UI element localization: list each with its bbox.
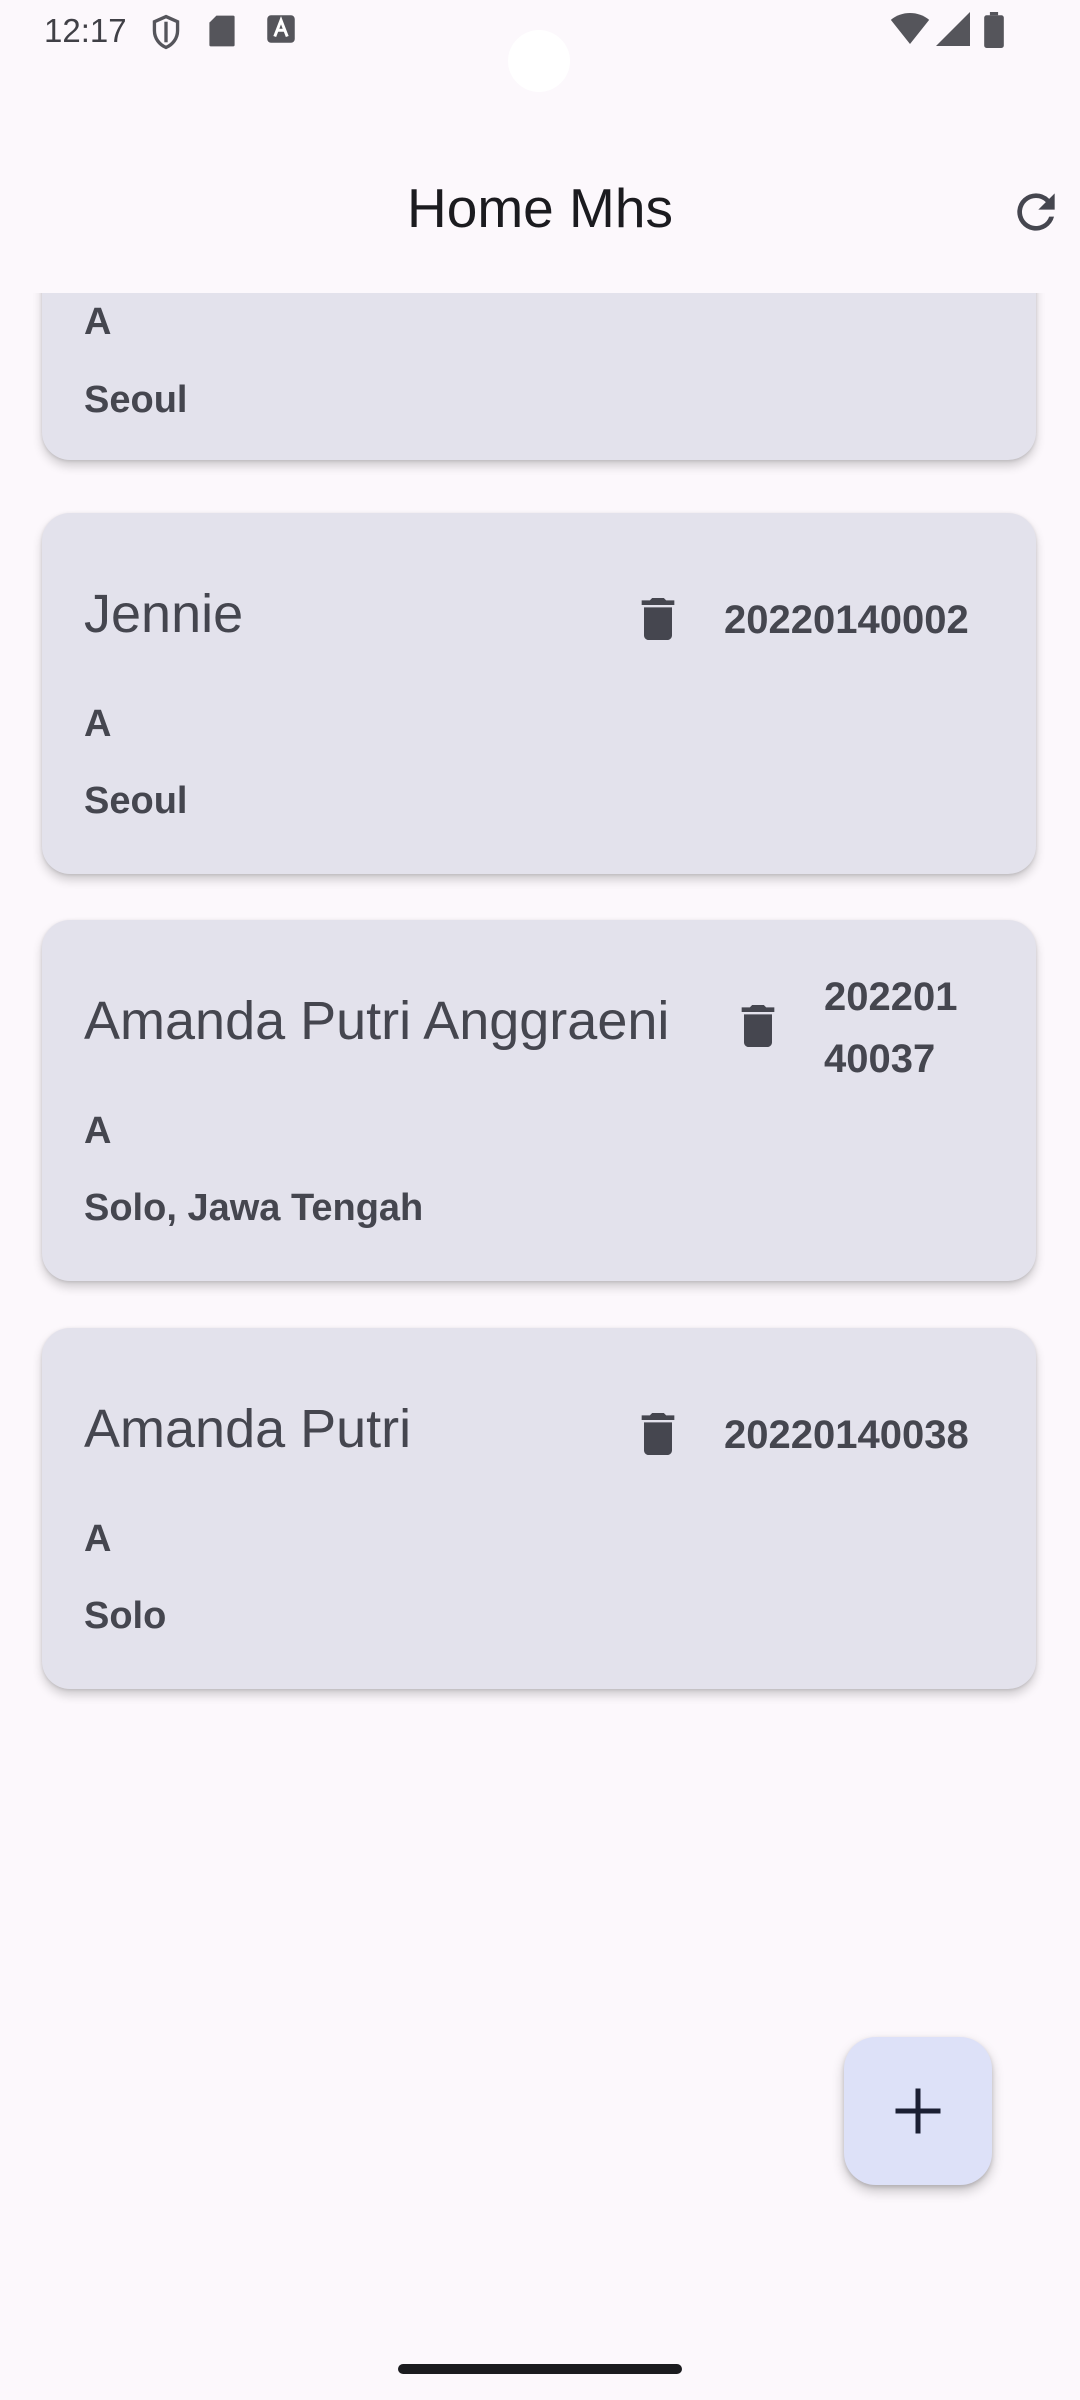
student-class: A bbox=[84, 301, 112, 343]
battery-icon bbox=[984, 12, 1004, 48]
page-title: Home Mhs bbox=[407, 177, 673, 239]
student-name: Amanda Putri bbox=[84, 1399, 412, 1459]
student-nim-line-2: 40037 bbox=[824, 1037, 936, 1081]
student-address: Solo, Jawa Tengah bbox=[84, 1187, 424, 1229]
refresh-icon[interactable] bbox=[1008, 184, 1064, 240]
student-class: A bbox=[84, 703, 112, 745]
camera-cutout bbox=[508, 30, 570, 92]
sd-card-icon bbox=[209, 15, 235, 47]
screen: 12:17 Home Mhs A Seoul Jennie 2022014000… bbox=[0, 0, 1080, 2400]
status-time: 12:17 bbox=[44, 12, 127, 49]
student-nim: 20220140038 bbox=[724, 1413, 969, 1457]
delete-icon[interactable] bbox=[730, 998, 786, 1054]
student-card[interactable]: Jennie 20220140002 A Seoul bbox=[42, 513, 1036, 874]
wifi-icon bbox=[890, 12, 930, 45]
gesture-navigation-bar[interactable] bbox=[398, 2364, 682, 2374]
delete-icon[interactable] bbox=[630, 591, 686, 647]
delete-icon[interactable] bbox=[630, 1406, 686, 1462]
status-bar: 12:17 bbox=[0, 0, 1080, 92]
student-name: Jennie bbox=[84, 584, 244, 644]
top-app-bar: Home Mhs bbox=[0, 64, 1080, 293]
student-class: A bbox=[84, 1518, 112, 1560]
student-list: A Seoul Jennie 20220140002 A Seoul Amand… bbox=[0, 293, 1080, 1733]
student-address: Seoul bbox=[84, 379, 188, 421]
text-a-icon bbox=[267, 15, 295, 43]
student-card[interactable]: A Seoul bbox=[42, 293, 1036, 460]
student-name: Amanda Putri Anggraeni bbox=[84, 991, 670, 1051]
add-student-button[interactable] bbox=[844, 2037, 992, 2185]
cell-signal-icon bbox=[936, 12, 970, 46]
student-address: Solo bbox=[84, 1595, 167, 1637]
student-address: Seoul bbox=[84, 780, 188, 822]
shield-icon bbox=[152, 14, 180, 50]
student-class: A bbox=[84, 1110, 112, 1152]
plus-icon bbox=[895, 2088, 941, 2134]
student-nim-line-1: 202201 bbox=[824, 975, 958, 1019]
student-card[interactable]: Amanda Putri 20220140038 A Solo bbox=[42, 1328, 1036, 1689]
student-nim: 20220140002 bbox=[724, 598, 969, 642]
student-card[interactable]: Amanda Putri Anggraeni 202201 40037 A So… bbox=[42, 920, 1036, 1281]
